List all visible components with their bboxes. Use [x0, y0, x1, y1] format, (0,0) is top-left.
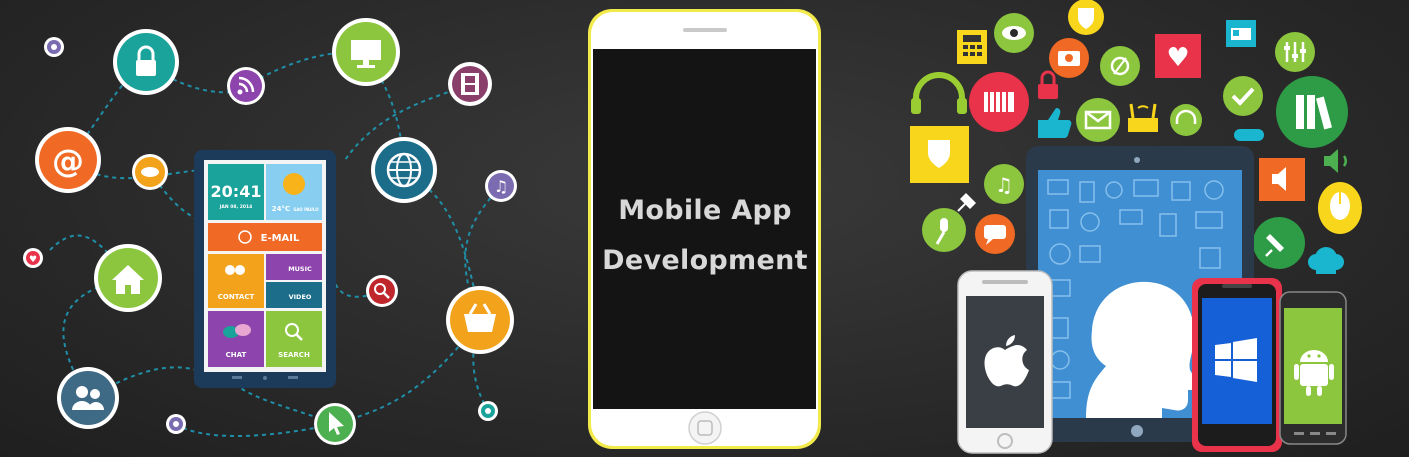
mail-icon	[1076, 98, 1120, 142]
banner-title-line2: Development	[602, 245, 808, 276]
svg-text:@: @	[52, 142, 84, 180]
banner-title: Mobile App Development	[592, 186, 818, 286]
shield-icon	[1068, 0, 1104, 35]
lock-icon	[1038, 70, 1058, 99]
chat-tile-label: CHAT	[226, 351, 247, 359]
globe-icon	[371, 137, 437, 203]
svg-text:♥: ♥	[1166, 43, 1189, 73]
id-card-icon	[1226, 20, 1256, 47]
chat-bubble-icon	[132, 154, 168, 190]
pushpin-icon	[1253, 217, 1305, 269]
music-note-icon: ♫	[485, 170, 517, 202]
heart-icon: ♥	[23, 248, 43, 268]
check-icon	[1223, 76, 1263, 116]
search-tile-label: SEARCH	[278, 351, 310, 359]
weather-temp: 24°C	[272, 205, 290, 213]
gamepad-icon	[1234, 129, 1264, 141]
video-tile-label: VIDEO	[289, 293, 312, 301]
headphones-icon	[911, 72, 967, 114]
clock-date: JAN 08, 2014	[219, 204, 253, 210]
email-tile-label: E-MAIL	[261, 233, 300, 244]
banner-title-line1: Mobile App	[618, 195, 792, 226]
basket-icon	[446, 286, 514, 354]
plus-icon	[478, 401, 498, 421]
users-icon	[57, 367, 119, 429]
weather-city: SAO PAULO	[293, 207, 319, 212]
search-icon	[366, 275, 398, 307]
equalizer-icon	[969, 72, 1029, 132]
headset-icon	[1170, 104, 1202, 136]
chat-icon	[975, 214, 1015, 254]
mouse-icon	[1318, 182, 1362, 234]
speaker-icon	[1259, 158, 1305, 201]
contact-tile-label: CONTACT	[218, 293, 255, 301]
monitor-icon	[332, 18, 400, 86]
camera-icon	[1049, 38, 1089, 78]
pin-icon	[957, 193, 976, 212]
svg-text:♥: ♥	[29, 255, 37, 265]
small-target-icon	[44, 37, 64, 57]
volume-icon	[1324, 149, 1347, 173]
books-icon	[1276, 76, 1348, 148]
eye-icon	[994, 13, 1034, 53]
thumbs-up-icon	[1038, 108, 1072, 138]
right-cluster: ♥ ♫	[910, 0, 1362, 454]
music-note-icon: ♫	[984, 164, 1024, 204]
film-icon	[448, 62, 492, 106]
target-icon	[166, 414, 186, 434]
home-icon	[94, 244, 162, 312]
rss-icon	[227, 67, 265, 105]
chef-hat-icon	[1308, 247, 1344, 274]
microphone-icon	[922, 208, 966, 252]
wifi-router-icon	[1128, 103, 1158, 132]
satellite-icon	[1100, 46, 1140, 86]
clock-time: 20:41	[211, 182, 262, 201]
sliders-icon	[1275, 32, 1315, 72]
music-tile-label: MUSIC	[288, 265, 312, 273]
banner: @ ♫ ♥ 20:41 JAN 08, 2014 24°C SAO PAULO …	[0, 0, 1409, 457]
heart-square-icon: ♥	[1155, 34, 1201, 78]
svg-text:♫: ♫	[995, 173, 1013, 197]
shield-square-icon	[910, 126, 969, 183]
calculator-icon	[957, 30, 987, 64]
lock-icon	[113, 29, 179, 95]
svg-text:♫: ♫	[494, 177, 508, 196]
at-icon: @	[35, 127, 101, 193]
cursor-icon	[314, 403, 356, 445]
